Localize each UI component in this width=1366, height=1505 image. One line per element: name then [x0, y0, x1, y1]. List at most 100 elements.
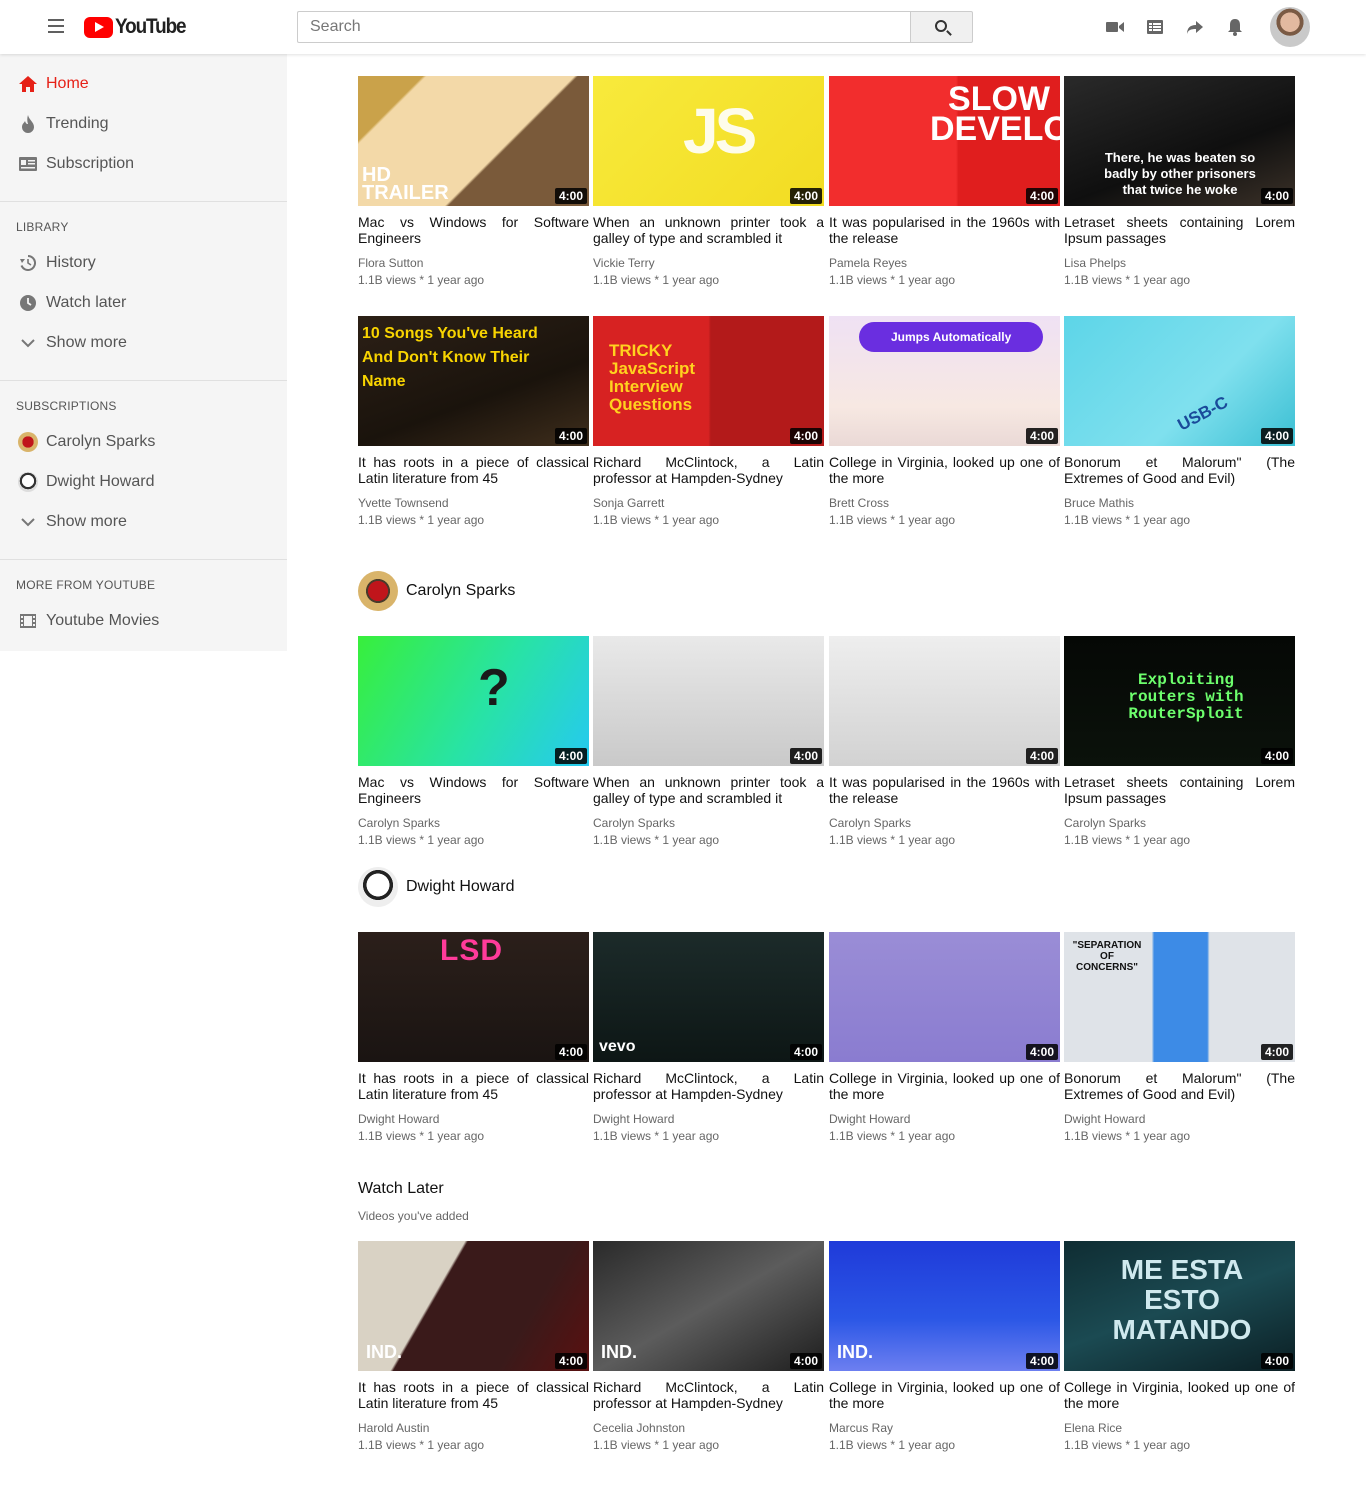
video-title[interactable]: Letraset sheets containing Lorem Ipsum p… — [1064, 774, 1295, 806]
video-card[interactable]: HD TRAILER 4:00 Mac vs Windows for Softwar… — [358, 76, 589, 287]
channel-name[interactable]: Carolyn Sparks — [358, 816, 589, 830]
video-thumbnail[interactable]: SLOW DEVELOPER 4:00 — [829, 76, 1060, 206]
upload-video-icon[interactable] — [1105, 17, 1125, 37]
sidebar-item-show-more-subscriptions[interactable]: Show more — [0, 502, 287, 542]
video-thumbnail[interactable]: IND. 4:00 — [829, 1241, 1060, 1371]
video-title[interactable]: When an unknown printer took a galley of… — [593, 774, 824, 806]
video-thumbnail[interactable]: IND. 4:00 — [358, 1241, 589, 1371]
youtube-logo[interactable]: YouTube — [84, 15, 193, 38]
channel-name[interactable]: Marcus Ray — [829, 1421, 1060, 1435]
channel-name[interactable]: Cecelia Johnston — [593, 1421, 824, 1435]
video-thumbnail[interactable]: HD TRAILER 4:00 — [358, 76, 589, 206]
video-title[interactable]: Richard McClintock, a Latin professor at… — [593, 1070, 824, 1102]
video-title[interactable]: It has roots in a piece of classical Lat… — [358, 1070, 589, 1102]
video-card[interactable]: JS 4:00 When an unknown printer took a gal… — [593, 76, 824, 287]
menu-icon[interactable] — [48, 19, 64, 33]
sidebar-item-show-more-library[interactable]: Show more — [0, 323, 287, 363]
video-title[interactable]: It has roots in a piece of classical Lat… — [358, 1379, 589, 1411]
video-thumbnail[interactable]: LSD 4:00 — [358, 932, 589, 1062]
video-card[interactable]: 4:00 When an unknown printer took a galle… — [593, 636, 824, 847]
sidebar-item-history[interactable]: History — [0, 243, 287, 283]
channel-name[interactable]: Dwight Howard — [358, 1112, 589, 1126]
sidebar-item-youtube-movies[interactable]: Youtube Movies — [0, 601, 287, 641]
notifications-bell-icon[interactable] — [1225, 17, 1245, 37]
sidebar-item-home[interactable]: Home — [0, 64, 287, 104]
video-thumbnail[interactable]: IND. 4:00 — [593, 1241, 824, 1371]
video-title[interactable]: Letraset sheets containing Lorem Ipsum p… — [1064, 214, 1295, 246]
video-thumbnail[interactable]: ME ESTA ESTO MATANDO 4:00 — [1064, 1241, 1295, 1371]
video-card[interactable]: There, he was beaten so badly by other p… — [1064, 76, 1295, 287]
video-card[interactable]: 4:00 College in Virginia, looked up one o… — [829, 932, 1060, 1143]
channel-name[interactable]: Harold Austin — [358, 1421, 589, 1435]
sidebar-item-watch-later[interactable]: Watch later — [0, 283, 287, 323]
video-thumbnail[interactable]: 4:00 — [829, 932, 1060, 1062]
channel-name[interactable]: Pamela Reyes — [829, 256, 1060, 270]
video-card[interactable]: "SEPARATION OF CONCERNS" 4:00 Bonorum et M… — [1064, 932, 1295, 1143]
video-title[interactable]: It was popularised in the 1960s with the… — [829, 214, 1060, 246]
video-card[interactable]: ME ESTA ESTO MATANDO 4:00 College in Virgi… — [1064, 1241, 1295, 1452]
video-card[interactable]: IND. 4:00 College in Virginia, looked up o… — [829, 1241, 1060, 1452]
video-title[interactable]: It was popularised in the 1960s with the… — [829, 774, 1060, 806]
channel-section-carolyn-sparks[interactable]: Carolyn Sparks — [358, 571, 515, 611]
channel-name[interactable]: Bruce Mathis — [1064, 496, 1295, 510]
video-thumbnail[interactable]: Exploiting routers with RouterSploit 4:00 — [1064, 636, 1295, 766]
video-card[interactable]: IND. 4:00 It has roots in a piece of class… — [358, 1241, 589, 1452]
watch-later-title[interactable]: Watch Later — [358, 1180, 444, 1198]
video-title[interactable]: College in Virginia, looked up one of th… — [829, 454, 1060, 486]
video-card[interactable]: SLOW DEVELOPER 4:00 It was popularised in … — [829, 76, 1060, 287]
video-thumbnail[interactable]: 4:00 — [829, 636, 1060, 766]
video-title[interactable]: College in Virginia, looked up one of th… — [1064, 1379, 1295, 1411]
channel-name[interactable]: Carolyn Sparks — [1064, 816, 1295, 830]
channel-name[interactable]: Dwight Howard — [593, 1112, 824, 1126]
video-title[interactable]: Bonorum et Malorum" (The Extremes of Goo… — [1064, 454, 1295, 486]
search-input[interactable] — [297, 11, 911, 43]
video-card[interactable]: vevo 4:00 Richard McClintock, a Latin prof… — [593, 932, 824, 1143]
video-card[interactable]: USB-C 4:00 Bonorum et Malorum" (The Extrem… — [1064, 316, 1295, 527]
channel-name[interactable]: Flora Sutton — [358, 256, 589, 270]
video-title[interactable]: College in Virginia, looked up one of th… — [829, 1070, 1060, 1102]
video-thumbnail[interactable]: There, he was beaten so badly by other p… — [1064, 76, 1295, 206]
video-card[interactable]: LSD 4:00 It has roots in a piece of classi… — [358, 932, 589, 1143]
video-card[interactable]: IND. 4:00 Richard McClintock, a Latin prof… — [593, 1241, 824, 1452]
apps-icon[interactable] — [1145, 17, 1165, 37]
channel-name[interactable]: Dwight Howard — [829, 1112, 1060, 1126]
video-thumbnail[interactable]: ? 4:00 — [358, 636, 589, 766]
video-title[interactable]: College in Virginia, looked up one of th… — [829, 1379, 1060, 1411]
video-thumbnail[interactable]: 10 Songs You've Heard And Don't Know The… — [358, 316, 589, 446]
channel-name[interactable]: Sonja Garrett — [593, 496, 824, 510]
video-card[interactable]: Exploiting routers with RouterSploit 4:00… — [1064, 636, 1295, 847]
video-title[interactable]: It has roots in a piece of classical Lat… — [358, 454, 589, 486]
video-thumbnail[interactable]: "SEPARATION OF CONCERNS" 4:00 — [1064, 932, 1295, 1062]
sidebar-item-carolyn-sparks[interactable]: Carolyn Sparks — [0, 422, 287, 462]
video-thumbnail[interactable]: JS 4:00 — [593, 76, 824, 206]
channel-name[interactable]: Vickie Terry — [593, 256, 824, 270]
channel-name[interactable]: Elena Rice — [1064, 1421, 1295, 1435]
user-avatar[interactable] — [1270, 7, 1310, 47]
channel-section-dwight-howard[interactable]: Dwight Howard — [358, 867, 514, 907]
channel-name[interactable]: Brett Cross — [829, 496, 1060, 510]
channel-name[interactable]: Dwight Howard — [1064, 1112, 1295, 1126]
video-title[interactable]: Richard McClintock, a Latin professor at… — [593, 454, 824, 486]
sidebar-item-trending[interactable]: Trending — [0, 104, 287, 144]
video-thumbnail[interactable]: Jumps Automatically 4:00 — [829, 316, 1060, 446]
video-thumbnail[interactable]: TRICKY JavaScript Interview Questions 4:0… — [593, 316, 824, 446]
sidebar-item-dwight-howard[interactable]: Dwight Howard — [0, 462, 287, 502]
share-icon[interactable] — [1185, 17, 1205, 37]
video-thumbnail[interactable]: 4:00 — [593, 636, 824, 766]
video-title[interactable]: Richard McClintock, a Latin professor at… — [593, 1379, 824, 1411]
video-card[interactable]: Jumps Automatically 4:00 College in Virgin… — [829, 316, 1060, 527]
video-title[interactable]: Mac vs Windows for Software Engineers — [358, 214, 589, 246]
channel-name[interactable]: Lisa Phelps — [1064, 256, 1295, 270]
video-card[interactable]: 4:00 It was popularised in the 1960s with… — [829, 636, 1060, 847]
video-title[interactable]: Bonorum et Malorum" (The Extremes of Goo… — [1064, 1070, 1295, 1102]
channel-name[interactable]: Carolyn Sparks — [829, 816, 1060, 830]
video-title[interactable]: Mac vs Windows for Software Engineers — [358, 774, 589, 806]
channel-name[interactable]: Yvette Townsend — [358, 496, 589, 510]
video-title[interactable]: When an unknown printer took a galley of… — [593, 214, 824, 246]
channel-name[interactable]: Carolyn Sparks — [593, 816, 824, 830]
video-card[interactable]: TRICKY JavaScript Interview Questions 4:0… — [593, 316, 824, 527]
sidebar-item-subscription[interactable]: Subscription — [0, 144, 287, 184]
video-thumbnail[interactable]: USB-C 4:00 — [1064, 316, 1295, 446]
video-card[interactable]: ? 4:00 Mac vs Windows for Software Enginee… — [358, 636, 589, 847]
video-card[interactable]: 10 Songs You've Heard And Don't Know The… — [358, 316, 589, 527]
